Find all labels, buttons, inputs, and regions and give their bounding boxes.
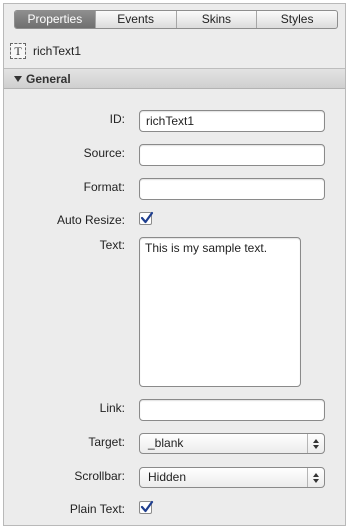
disclosure-triangle-icon[interactable]: [14, 75, 22, 82]
properties-panel: Properties Events Skins Styles T richTex…: [3, 3, 346, 526]
tab-skins[interactable]: Skins: [175, 11, 257, 28]
target-select-value: _blank: [148, 436, 184, 450]
scrollbar-label: Scrollbar:: [74, 469, 125, 483]
auto-resize-checkbox[interactable]: [139, 211, 154, 225]
format-field[interactable]: [139, 178, 325, 200]
section-general-header[interactable]: General: [4, 68, 345, 89]
link-field[interactable]: [139, 399, 325, 421]
checkmark-icon: [140, 500, 154, 513]
plain-text-checkbox[interactable]: [139, 500, 154, 514]
text-component-icon: T: [10, 43, 26, 59]
tab-properties[interactable]: Properties: [15, 11, 95, 28]
tab-bar: Properties Events Skins Styles: [14, 10, 338, 29]
scrollbar-select-value: Hidden: [148, 470, 187, 484]
id-label: ID:: [109, 112, 125, 126]
auto-resize-label: Auto Resize:: [56, 213, 125, 227]
select-arrows-icon: [307, 434, 324, 453]
tab-styles[interactable]: Styles: [256, 11, 337, 28]
component-name: richText1: [33, 44, 82, 58]
scrollbar-select[interactable]: Hidden: [139, 467, 325, 488]
id-field[interactable]: [139, 110, 325, 132]
source-label: Source:: [83, 146, 125, 160]
checkmark-icon: [140, 211, 154, 224]
select-arrows-icon: [307, 468, 324, 487]
text-area[interactable]: This is my sample text.: [139, 237, 301, 387]
target-label: Target:: [88, 435, 125, 449]
component-header: T richText1: [10, 40, 81, 62]
link-label: Link:: [99, 401, 125, 415]
text-label: Text:: [99, 238, 125, 252]
tab-events[interactable]: Events: [94, 11, 176, 28]
target-select[interactable]: _blank: [139, 433, 325, 454]
format-label: Format:: [83, 180, 125, 194]
plain-text-label: Plain Text:: [69, 502, 125, 516]
section-title: General: [26, 71, 71, 86]
source-field[interactable]: [139, 144, 325, 166]
